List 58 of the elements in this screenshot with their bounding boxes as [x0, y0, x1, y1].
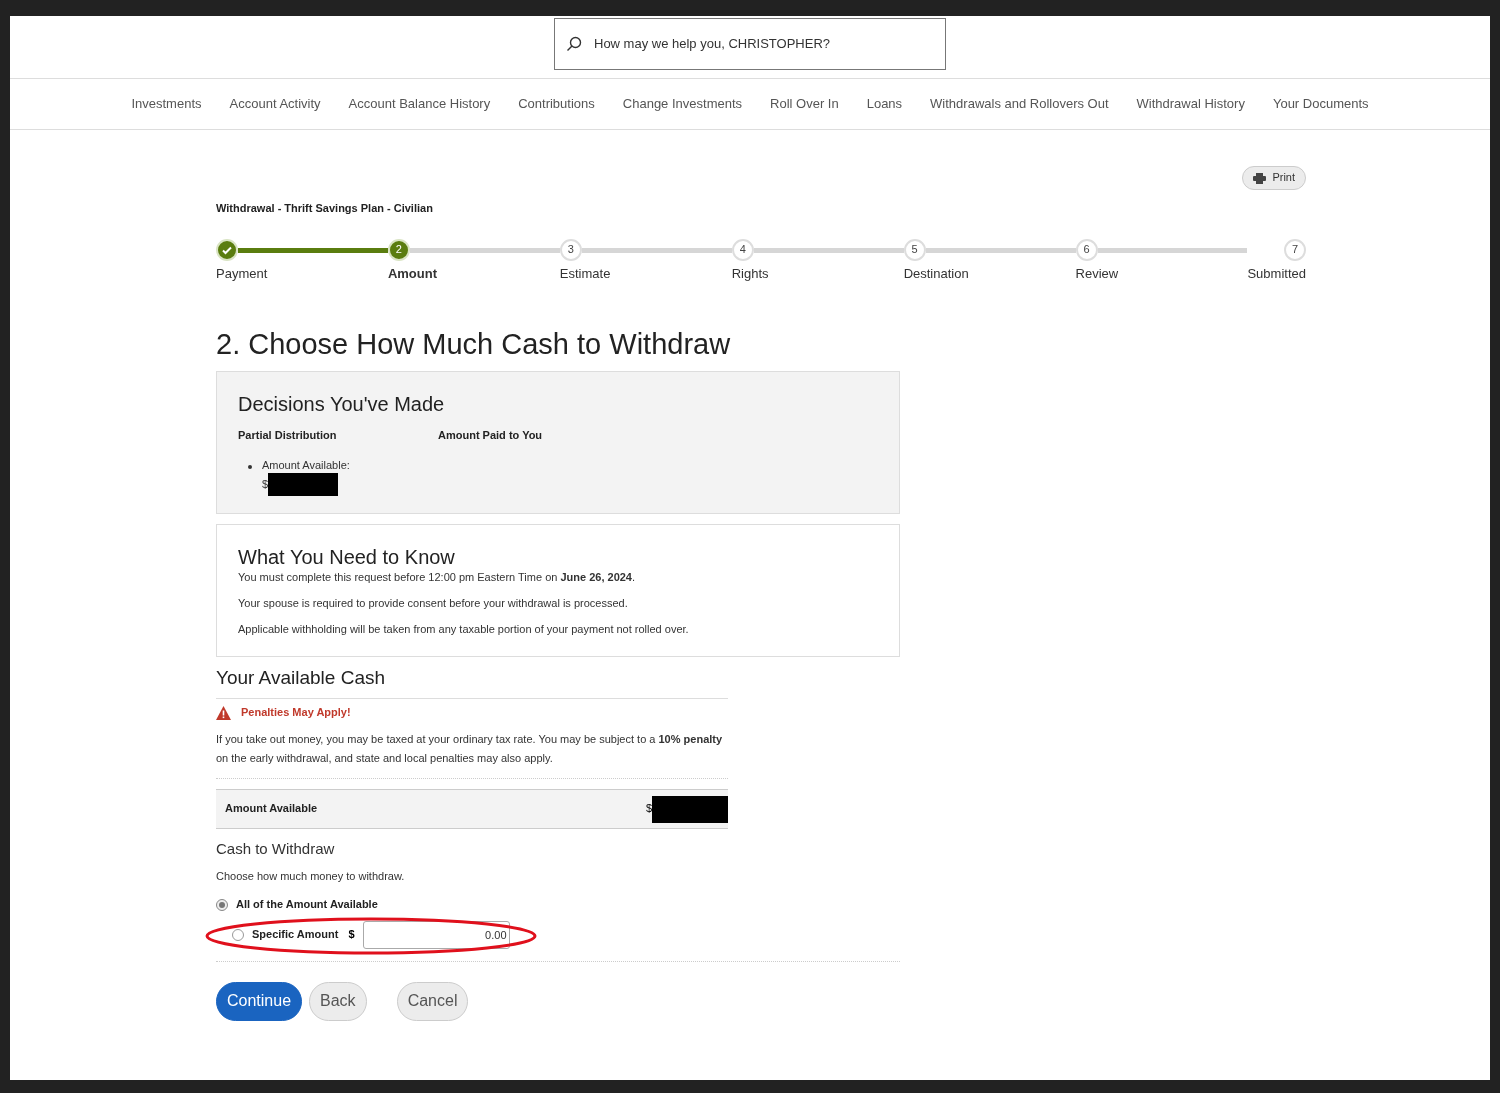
step-label: Payment — [216, 266, 269, 283]
amount-label: Amount Available: — [262, 459, 350, 473]
warning-title: Penalties May Apply! — [241, 706, 351, 720]
search-field[interactable]: How may we help you, CHRISTOPHER? — [554, 18, 946, 70]
nav-link[interactable]: Your Documents — [1272, 95, 1369, 113]
section-title: Your Available Cash — [216, 666, 728, 699]
secondary-button[interactable]: Back — [309, 981, 367, 1021]
hint-text: Choose how much money to withdraw. — [216, 869, 405, 884]
step-label: Rights — [731, 266, 770, 283]
step-label: Estimate — [559, 266, 612, 283]
currency-symbol: $ — [348, 927, 355, 942]
info-text: Applicable withholding will be taken from any taxable portion of your payment not rolled over. — [238, 622, 689, 637]
step-label: Destination — [903, 266, 970, 283]
column-heading: Amount Paid to You — [438, 428, 543, 443]
plan-title: Withdrawal - Thrift Savings Plan - Civilian — [216, 202, 433, 216]
card-title: Decisions You've Made — [238, 391, 445, 417]
step-marker: 6 — [1075, 239, 1098, 261]
nav-link[interactable]: Roll Over In — [770, 95, 839, 113]
continue-button[interactable]: Continue — [216, 981, 303, 1021]
step-marker: 2 — [387, 239, 410, 261]
nav-link[interactable]: Withdrawals and Rollovers Out — [930, 95, 1109, 113]
warning-icon — [216, 706, 231, 720]
card-title: What You Need to Know — [238, 545, 455, 570]
print-button[interactable]: Print — [1242, 166, 1306, 190]
step-marker: 5 — [903, 239, 926, 261]
search-input[interactable]: How may we help you, CHRISTOPHER? — [594, 35, 934, 53]
info-text: Your spouse is required to provide consent before your withdrawal is processed. — [238, 596, 628, 611]
redaction-bar — [268, 473, 339, 496]
secondary-button[interactable]: Cancel — [396, 981, 469, 1021]
printer-icon — [1253, 172, 1267, 184]
step-label: Amount — [387, 266, 438, 283]
step-marker: 4 — [731, 239, 754, 261]
page-title: 2. Choose How Much Cash to Withdraw — [216, 327, 731, 363]
nav-link[interactable]: Change Investments — [622, 95, 743, 113]
section-title: Cash to Withdraw — [216, 840, 335, 859]
step-label: Review — [1075, 266, 1120, 283]
step-marker: 7 — [1284, 239, 1306, 261]
nav-link[interactable]: Contributions — [518, 95, 595, 113]
radio-label: All of the Amount Available — [236, 897, 378, 912]
currency-symbol: $ — [262, 477, 269, 492]
radio-button[interactable] — [216, 898, 228, 911]
amount-label: Amount Available — [225, 802, 318, 816]
nav-link[interactable]: Withdrawal History — [1136, 95, 1245, 113]
radio-label: Specific Amount — [252, 927, 339, 942]
column-heading: Partial Distribution — [238, 428, 338, 443]
info-text: You must complete this request before 12:00 pm Eastern Time on June 26, 2024. — [238, 571, 636, 585]
currency-symbol: $ — [645, 802, 652, 816]
check-icon — [221, 244, 233, 256]
radio-button[interactable] — [232, 928, 244, 941]
warning-text: If you take out money, you may be taxed at your ordinary tax rate. You may be subject to a 10% penalty on the early withdrawal, and state and local penalties may also apply. — [216, 730, 728, 779]
step-marker: 3 — [559, 239, 582, 261]
nav-link[interactable]: Account Balance History — [348, 95, 491, 113]
step-label: Submitted — [1247, 266, 1306, 283]
nav-link[interactable]: Loans — [866, 95, 903, 113]
nav-link[interactable]: Investments — [131, 95, 202, 113]
nav-link[interactable]: Account Activity — [229, 95, 321, 113]
search-icon — [566, 36, 582, 52]
amount-field[interactable]: 0.00 — [362, 920, 510, 949]
